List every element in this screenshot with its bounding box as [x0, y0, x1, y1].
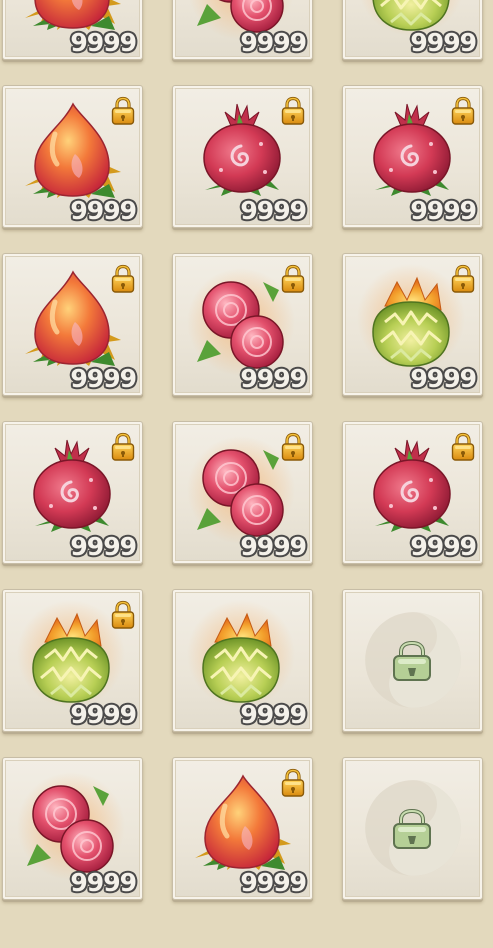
- inventory-slot[interactable]: [342, 757, 483, 900]
- inventory-row: 9999 9999: [0, 579, 493, 747]
- item-count: 9999: [240, 532, 307, 561]
- item-count: 9999: [70, 532, 137, 561]
- lock-icon: [451, 432, 475, 461]
- inventory-slot[interactable]: 9999: [342, 253, 483, 396]
- lock-icon: [281, 96, 305, 125]
- inventory-slot[interactable]: 9999: [172, 0, 313, 60]
- inventory-row: 9999 9999 9999: [0, 75, 493, 243]
- lock-icon: [111, 432, 135, 461]
- inventory-slot[interactable]: 9999: [2, 757, 143, 900]
- inventory-row: 9999 9999 9999: [0, 411, 493, 579]
- item-count: 9999: [410, 196, 477, 225]
- item-count: 9999: [240, 364, 307, 393]
- slot-lock-icon: [393, 640, 431, 681]
- lock-icon: [281, 264, 305, 293]
- inventory-slot[interactable]: 9999: [172, 85, 313, 228]
- item-count: 9999: [70, 700, 137, 729]
- inventory-slot[interactable]: 9999: [172, 757, 313, 900]
- inventory-slot[interactable]: 9999: [172, 589, 313, 732]
- item-count: 9999: [70, 364, 137, 393]
- lock-icon: [281, 432, 305, 461]
- lock-icon: [111, 600, 135, 629]
- lock-icon: [451, 264, 475, 293]
- inventory-slot[interactable]: 9999: [342, 0, 483, 60]
- inventory-row: 9999 9999: [0, 747, 493, 915]
- lock-icon: [111, 96, 135, 125]
- inventory-slot[interactable]: 9999: [2, 421, 143, 564]
- item-count: 9999: [410, 364, 477, 393]
- item-count: 9999: [240, 868, 307, 897]
- inventory-slot[interactable]: 9999: [172, 421, 313, 564]
- inventory-row: 9999 9999 9999: [0, 243, 493, 411]
- item-count: 9999: [410, 532, 477, 561]
- lock-icon: [281, 768, 305, 797]
- inventory-slot[interactable]: 9999: [2, 589, 143, 732]
- inventory-slot[interactable]: 9999: [2, 85, 143, 228]
- item-count: 9999: [70, 28, 137, 57]
- item-count: 9999: [70, 868, 137, 897]
- item-count: 9999: [240, 28, 307, 57]
- item-count: 9999: [240, 700, 307, 729]
- lock-icon: [451, 96, 475, 125]
- inventory-grid: 9999 9999 9999 9999 9999 9999 9999 9999 …: [0, 0, 493, 915]
- inventory-slot[interactable]: 9999: [172, 253, 313, 396]
- inventory-row: 9999 9999 9999: [0, 0, 493, 75]
- inventory-slot[interactable]: 9999: [2, 253, 143, 396]
- inventory-slot[interactable]: 9999: [342, 421, 483, 564]
- inventory-slot[interactable]: 9999: [2, 0, 143, 60]
- inventory-slot[interactable]: [342, 589, 483, 732]
- inventory-slot[interactable]: 9999: [342, 85, 483, 228]
- item-count: 9999: [410, 28, 477, 57]
- item-count: 9999: [70, 196, 137, 225]
- lock-icon: [111, 264, 135, 293]
- slot-lock-icon: [393, 808, 431, 849]
- item-count: 9999: [240, 196, 307, 225]
